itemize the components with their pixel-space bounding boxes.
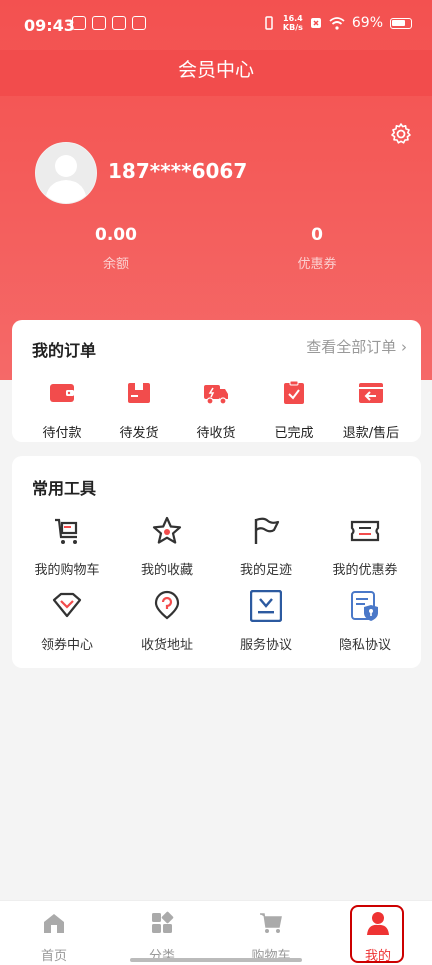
tool-label: 领券中心	[40, 638, 93, 653]
category-icon	[152, 911, 174, 933]
tool-label: 我的优惠券	[332, 563, 398, 578]
home-indicator[interactable]	[130, 958, 302, 962]
tiktok-icon	[72, 16, 86, 30]
privacy-icon	[351, 591, 378, 621]
ticket-icon	[350, 520, 380, 542]
tool-favorites[interactable]: 我的收藏	[117, 515, 217, 578]
tool-label: 隐私协议	[338, 638, 391, 653]
wallet-icon	[50, 384, 74, 402]
cart-icon	[55, 518, 78, 544]
vibrate-icon	[265, 16, 273, 30]
order-label: 待付款	[42, 426, 82, 441]
tool-label: 我的购物车	[34, 563, 100, 578]
order-label: 待发货	[119, 426, 159, 441]
tab-category[interactable]: 分类	[122, 911, 202, 964]
link-icon	[112, 16, 126, 30]
tool-service-agreement[interactable]: 服务协议	[216, 589, 316, 653]
status-time: 09:43	[24, 16, 75, 35]
default-user-avatar-icon	[36, 143, 96, 203]
tool-privacy-agreement[interactable]: 隐私协议	[315, 590, 415, 653]
home-icon	[44, 914, 64, 933]
network-speed: 16.4 KB/s	[283, 14, 303, 32]
order-pending-payment[interactable]: 待付款	[27, 380, 97, 441]
flag-icon	[254, 517, 280, 544]
truck-icon	[204, 385, 228, 405]
tab-cart[interactable]: 购物车	[231, 911, 311, 964]
sim-off-icon	[310, 18, 321, 28]
orders-title: 我的订单	[32, 341, 97, 360]
orders-card: 我的订单 查看全部订单 › 待付款 待发货 待收货 已完成 退款/售后	[12, 320, 421, 442]
app-icon	[92, 16, 106, 30]
tool-coupons[interactable]: 我的优惠券	[315, 515, 415, 578]
wechat-icon	[132, 16, 146, 30]
view-all-orders-link[interactable]: 查看全部订单 ›	[306, 336, 407, 357]
order-refund-aftersale[interactable]: 退款/售后	[336, 380, 406, 441]
coupon-value: 0	[311, 225, 323, 245]
tools-card: 常用工具 我的购物车 我的收藏 我的足迹 我的优惠券 领券中心 收货地址 服务协…	[12, 456, 421, 668]
diamond-icon	[52, 592, 82, 618]
coupon-stat[interactable]: 0 优惠券	[257, 225, 377, 272]
order-pending-receipt[interactable]: 待收货	[181, 380, 251, 441]
speed-value: 16.4	[283, 14, 303, 23]
balance-stat[interactable]: 0.00 余额	[56, 225, 176, 272]
tool-address[interactable]: 收货地址	[117, 590, 217, 653]
avatar[interactable]	[35, 142, 97, 204]
coupon-label: 优惠券	[297, 257, 337, 272]
status-right: 16.4 KB/s 69%	[262, 14, 412, 32]
order-label: 已完成	[274, 426, 314, 441]
order-label: 退款/售后	[342, 426, 400, 441]
notification-icons	[72, 16, 146, 30]
star-icon	[152, 516, 182, 544]
tab-label: 首页	[40, 949, 67, 964]
page-title: 会员中心	[0, 50, 432, 96]
order-pending-shipment[interactable]: 待发货	[104, 380, 174, 441]
cart-icon	[260, 913, 282, 933]
tool-coupon-center[interactable]: 领券中心	[17, 590, 117, 653]
tool-label: 收货地址	[140, 638, 193, 653]
speed-unit: KB/s	[282, 23, 303, 32]
battery-icon	[390, 17, 412, 29]
order-completed[interactable]: 已完成	[259, 380, 329, 441]
tool-footprints[interactable]: 我的足迹	[216, 515, 316, 578]
box-icon	[128, 383, 150, 403]
bottom-tab-bar: 首页 分类 购物车 我的	[0, 900, 432, 965]
battery-percent: 69%	[351, 15, 383, 31]
balance-value: 0.00	[95, 225, 137, 245]
tool-cart[interactable]: 我的购物车	[17, 515, 117, 578]
user-phone: 187****6067	[108, 159, 248, 183]
settings-gear-icon[interactable]	[389, 122, 413, 146]
return-icon	[359, 383, 383, 403]
location-icon	[154, 590, 180, 620]
order-label: 待收货	[196, 426, 236, 441]
wifi-icon	[329, 16, 345, 30]
balance-label: 余额	[102, 257, 129, 272]
tab-home[interactable]: 首页	[14, 911, 94, 964]
tools-title: 常用工具	[32, 479, 97, 498]
active-tab-highlight	[350, 905, 404, 963]
tool-label: 服务协议	[239, 638, 292, 653]
status-bar: 09:43 16.4 KB/s 69%	[0, 0, 432, 50]
tool-label: 我的收藏	[140, 563, 193, 578]
tool-label: 我的足迹	[239, 563, 292, 578]
clipboard-check-icon	[284, 380, 304, 404]
agreement-icon	[249, 589, 283, 623]
